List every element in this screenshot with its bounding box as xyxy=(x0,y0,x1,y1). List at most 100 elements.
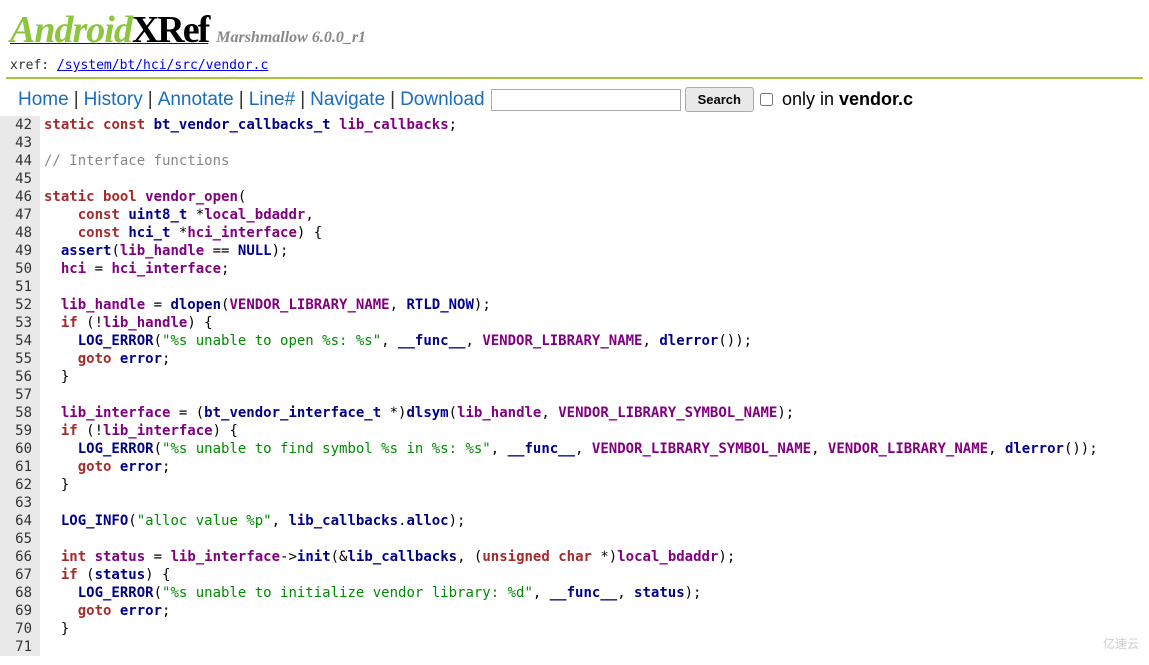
line-number[interactable]: 59 xyxy=(6,422,32,440)
xref-label: xref: xyxy=(10,58,57,73)
symbol-link[interactable]: VENDOR_LIBRARY_SYMBOL_NAME xyxy=(592,441,811,457)
line-number[interactable]: 60 xyxy=(6,440,32,458)
symbol-link[interactable]: dlerror xyxy=(1005,441,1064,457)
symbol-link[interactable]: uint8_t xyxy=(128,207,187,223)
code-line: goto error; xyxy=(44,350,1098,368)
logo-xref: XRef xyxy=(132,9,208,51)
symbol-link[interactable]: hci_interface xyxy=(187,225,297,241)
line-number[interactable]: 64 xyxy=(6,512,32,530)
line-number[interactable]: 63 xyxy=(6,494,32,512)
line-number[interactable]: 51 xyxy=(6,278,32,296)
line-number[interactable]: 57 xyxy=(6,386,32,404)
symbol-link[interactable]: VENDOR_LIBRARY_NAME xyxy=(482,333,642,349)
line-number[interactable]: 52 xyxy=(6,296,32,314)
line-number[interactable]: 66 xyxy=(6,548,32,566)
symbol-link[interactable]: lib_handle xyxy=(120,243,204,259)
code-line: hci = hci_interface; xyxy=(44,260,1098,278)
symbol-link[interactable]: lib_interface xyxy=(61,405,171,421)
symbol-link[interactable]: lib_callbacks xyxy=(288,513,398,529)
code-line: static bool vendor_open( xyxy=(44,188,1098,206)
line-number[interactable]: 48 xyxy=(6,224,32,242)
symbol-link[interactable]: error xyxy=(120,351,162,367)
line-number[interactable]: 69 xyxy=(6,602,32,620)
line-number[interactable]: 47 xyxy=(6,206,32,224)
nav-navigate[interactable]: Navigate xyxy=(310,89,385,111)
line-number[interactable]: 62 xyxy=(6,476,32,494)
nav-annotate[interactable]: Annotate xyxy=(158,89,234,111)
symbol-link[interactable]: bt_vendor_interface_t xyxy=(204,405,381,421)
symbol-link[interactable]: status xyxy=(95,549,146,565)
symbol-link[interactable]: status xyxy=(95,567,146,583)
symbol-link[interactable]: lib_interface xyxy=(103,423,213,439)
symbol-link[interactable]: dlopen xyxy=(170,297,221,313)
line-number[interactable]: 68 xyxy=(6,584,32,602)
symbol-link[interactable]: init xyxy=(297,549,331,565)
symbol-link[interactable]: LOG_ERROR xyxy=(78,333,154,349)
only-in-checkbox[interactable] xyxy=(760,93,773,106)
xref-path-link[interactable]: /system/bt/hci/src/vendor.c xyxy=(57,58,268,73)
symbol-link[interactable]: error xyxy=(120,603,162,619)
symbol-link[interactable]: VENDOR_LIBRARY_NAME xyxy=(229,297,389,313)
line-number[interactable]: 46 xyxy=(6,188,32,206)
line-number[interactable]: 71 xyxy=(6,638,32,656)
symbol-link[interactable]: lib_callbacks xyxy=(347,549,457,565)
code-line xyxy=(44,530,1098,548)
symbol-link[interactable]: VENDOR_LIBRARY_NAME xyxy=(828,441,988,457)
symbol-link[interactable]: LOG_ERROR xyxy=(78,441,154,457)
search-button[interactable]: Search xyxy=(685,87,754,112)
code-line: LOG_ERROR("%s unable to find symbol %s i… xyxy=(44,440,1098,458)
symbol-link[interactable]: NULL xyxy=(238,243,272,259)
header: AndroidXRef Marshmallow 6.0.0_r1 xyxy=(0,0,1149,56)
symbol-link[interactable]: hci xyxy=(61,261,86,277)
line-number[interactable]: 55 xyxy=(6,350,32,368)
logo-link[interactable]: AndroidXRef xyxy=(10,8,208,52)
line-number[interactable]: 67 xyxy=(6,566,32,584)
symbol-link[interactable]: status xyxy=(634,585,685,601)
nav-line[interactable]: Line# xyxy=(249,89,296,111)
line-number[interactable]: 43 xyxy=(6,134,32,152)
code-line: goto error; xyxy=(44,602,1098,620)
symbol-link[interactable]: LOG_INFO xyxy=(61,513,128,529)
symbol-link[interactable]: lib_interface xyxy=(170,549,280,565)
symbol-link[interactable]: assert xyxy=(61,243,112,259)
line-number[interactable]: 58 xyxy=(6,404,32,422)
line-number[interactable]: 49 xyxy=(6,242,32,260)
line-number[interactable]: 65 xyxy=(6,530,32,548)
symbol-link[interactable]: vendor_open xyxy=(145,189,238,205)
symbol-link[interactable]: lib_callbacks xyxy=(339,117,449,133)
symbol-link[interactable]: local_bdaddr xyxy=(617,549,718,565)
symbol-link[interactable]: __func__ xyxy=(508,441,575,457)
symbol-link[interactable]: dlerror xyxy=(659,333,718,349)
symbol-link[interactable]: __func__ xyxy=(550,585,617,601)
nav-download[interactable]: Download xyxy=(400,89,485,111)
nav-home[interactable]: Home xyxy=(18,89,69,111)
symbol-link[interactable]: LOG_ERROR xyxy=(78,585,154,601)
logo-android: Android xyxy=(10,9,132,51)
symbol-link[interactable]: __func__ xyxy=(398,333,465,349)
symbol-link[interactable]: dlsym xyxy=(406,405,448,421)
search-input[interactable] xyxy=(491,89,681,111)
line-number[interactable]: 42 xyxy=(6,116,32,134)
divider xyxy=(6,77,1143,79)
symbol-link[interactable]: alloc xyxy=(406,513,448,529)
symbol-link[interactable]: local_bdaddr xyxy=(204,207,305,223)
symbol-link[interactable]: VENDOR_LIBRARY_SYMBOL_NAME xyxy=(558,405,777,421)
line-number[interactable]: 54 xyxy=(6,332,32,350)
line-number[interactable]: 56 xyxy=(6,368,32,386)
symbol-link[interactable]: lib_handle xyxy=(61,297,145,313)
line-number[interactable]: 45 xyxy=(6,170,32,188)
symbol-link[interactable]: lib_handle xyxy=(457,405,541,421)
nav-history[interactable]: History xyxy=(84,89,143,111)
symbol-link[interactable]: bt_vendor_callbacks_t xyxy=(154,117,331,133)
line-number[interactable]: 53 xyxy=(6,314,32,332)
line-number[interactable]: 70 xyxy=(6,620,32,638)
line-number[interactable]: 50 xyxy=(6,260,32,278)
symbol-link[interactable]: hci_interface xyxy=(111,261,221,277)
line-number[interactable]: 61 xyxy=(6,458,32,476)
symbol-link[interactable]: hci_t xyxy=(128,225,170,241)
symbol-link[interactable]: RTLD_NOW xyxy=(406,297,473,313)
symbol-link[interactable]: lib_handle xyxy=(103,315,187,331)
symbol-link[interactable]: error xyxy=(120,459,162,475)
code-line: if (status) { xyxy=(44,566,1098,584)
line-number[interactable]: 44 xyxy=(6,152,32,170)
